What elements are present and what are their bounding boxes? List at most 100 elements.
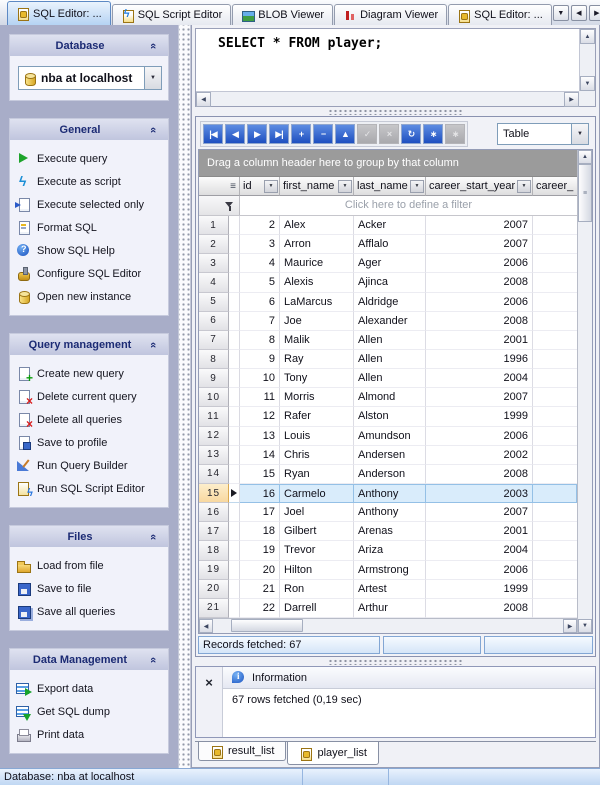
grid-cell[interactable] <box>533 312 577 331</box>
table-row[interactable]: 1819TrevorAriza2004 <box>199 541 577 560</box>
grid-cell[interactable]: Carmelo <box>280 484 354 503</box>
sidebar-item-run-query-builder[interactable]: Run Query Builder <box>16 454 164 477</box>
bottom-tab-result-list[interactable]: result_list <box>198 742 286 761</box>
collapse-chevron-icon[interactable] <box>150 531 162 543</box>
refresh-data-button[interactable]: ↻ <box>401 124 421 144</box>
grid-cell[interactable]: 9 <box>240 350 280 369</box>
grid-cell[interactable]: Ager <box>354 254 426 273</box>
scroll-up-icon[interactable]: ▲ <box>578 150 592 164</box>
grid-cell[interactable] <box>533 427 577 446</box>
grid-cell[interactable]: Allen <box>354 331 426 350</box>
row-number-cell[interactable]: 2 <box>199 235 229 254</box>
collapse-chevron-icon[interactable] <box>150 124 162 136</box>
table-row[interactable]: 23ArronAfflalo2007 <box>199 235 577 254</box>
row-number-cell[interactable]: 11 <box>199 407 229 426</box>
table-row[interactable]: 910TonyAllen2004 <box>199 369 577 388</box>
sidebar-item-configure-sql-editor[interactable]: Configure SQL Editor <box>16 262 164 285</box>
scroll-up-icon[interactable]: ▲ <box>580 29 595 44</box>
row-number-cell[interactable]: 7 <box>199 331 229 350</box>
grid-cell[interactable] <box>533 273 577 292</box>
grid-cell[interactable] <box>533 503 577 522</box>
grid-cell[interactable]: 2004 <box>426 541 533 560</box>
grid-cell[interactable]: Alexander <box>354 312 426 331</box>
grid-cell[interactable]: Ariza <box>354 541 426 560</box>
sidebar-item-load-from-file[interactable]: Load from file <box>16 554 164 577</box>
grid-cell[interactable]: 7 <box>240 312 280 331</box>
section-header-data-management[interactable]: Data Management <box>10 649 168 670</box>
scroll-thumb[interactable] <box>231 619 303 632</box>
grid-cell[interactable]: Maurice <box>280 254 354 273</box>
edit-record-button[interactable]: ▲ <box>335 124 355 144</box>
grid-cell[interactable]: 19 <box>240 541 280 560</box>
grid-cell[interactable] <box>533 331 577 350</box>
editor-results-splitter[interactable] <box>195 107 596 116</box>
sidebar-item-show-sql-help[interactable]: Show SQL Help <box>16 239 164 262</box>
sidebar-item-print-data[interactable]: Print data <box>16 723 164 746</box>
grid-cell[interactable]: 2006 <box>426 293 533 312</box>
row-number-cell[interactable]: 13 <box>199 446 229 465</box>
grid-cell[interactable] <box>533 216 577 235</box>
grid-cell[interactable]: 3 <box>240 235 280 254</box>
grid-cell[interactable]: LaMarcus <box>280 293 354 312</box>
row-number-cell[interactable]: 12 <box>199 427 229 446</box>
column-header-career[interactable]: career_ <box>533 177 577 196</box>
grid-cell[interactable]: 2 <box>240 216 280 235</box>
column-dropdown-icon[interactable] <box>410 180 424 193</box>
scroll-track[interactable] <box>578 222 592 619</box>
grid-cell[interactable]: Amundson <box>354 427 426 446</box>
grid-cell[interactable]: Almond <box>354 388 426 407</box>
grid-cell[interactable]: 1999 <box>426 580 533 599</box>
sidebar-item-format-sql[interactable]: Format SQL <box>16 216 164 239</box>
view-mode-select[interactable]: Table <box>497 123 589 145</box>
column-dropdown-icon[interactable] <box>338 180 352 193</box>
sidebar-item-execute-query[interactable]: Execute query <box>16 147 164 170</box>
scroll-tabs-right-button[interactable]: ▶ <box>589 5 600 21</box>
sidebar-item-delete-all-queries[interactable]: Delete all queries <box>16 408 164 431</box>
grid-cell[interactable]: 2007 <box>426 503 533 522</box>
grid-vscrollbar[interactable]: ▲ ≡ ▼ <box>577 150 592 633</box>
sidebar-item-open-new-instance[interactable]: Open new instance <box>16 285 164 308</box>
sidebar-item-execute-selected-only[interactable]: Execute selected only <box>16 193 164 216</box>
sidebar-splitter[interactable] <box>178 25 191 768</box>
grid-cell[interactable]: Ray <box>280 350 354 369</box>
grid-cell[interactable]: Hilton <box>280 561 354 580</box>
row-number-cell[interactable]: 20 <box>199 580 229 599</box>
grid-cell[interactable]: Afflalo <box>354 235 426 254</box>
sidebar-item-execute-as-script[interactable]: Execute as script <box>16 170 164 193</box>
grid-cell[interactable]: Louis <box>280 427 354 446</box>
grid-cell[interactable]: 6 <box>240 293 280 312</box>
grid-cell[interactable] <box>533 254 577 273</box>
grid-cell[interactable]: 2001 <box>426 522 533 541</box>
grid-cell[interactable]: 2007 <box>426 235 533 254</box>
grid-cell[interactable] <box>533 599 577 618</box>
column-header-first-name[interactable]: first_name <box>280 177 354 196</box>
table-row[interactable]: 2021RonArtest1999 <box>199 580 577 599</box>
table-row[interactable]: 34MauriceAger2006 <box>199 254 577 273</box>
grid-cell[interactable]: 2002 <box>426 446 533 465</box>
sql-editor-hscrollbar[interactable]: ◀ ▶ <box>196 91 579 106</box>
table-row[interactable]: 1314ChrisAndersen2002 <box>199 446 577 465</box>
table-row[interactable]: 1516CarmeloAnthony2003 <box>199 484 577 503</box>
table-row[interactable]: 12AlexAcker2007 <box>199 216 577 235</box>
tab-sql-editor-2[interactable]: SQL Editor: ... <box>448 4 552 25</box>
grid-cell[interactable]: 2008 <box>426 273 533 292</box>
scroll-left-icon[interactable]: ◀ <box>196 92 211 107</box>
view-mode-dropdown-icon[interactable] <box>571 124 588 144</box>
table-row[interactable]: 56LaMarcusAldridge2006 <box>199 293 577 312</box>
section-header-files[interactable]: Files <box>10 526 168 547</box>
grid-cell[interactable] <box>533 235 577 254</box>
grid-cell[interactable]: 2007 <box>426 216 533 235</box>
prior-record-button[interactable]: ◀ <box>225 124 245 144</box>
grid-cell[interactable]: 1996 <box>426 350 533 369</box>
table-row[interactable]: 1718GilbertArenas2001 <box>199 522 577 541</box>
scroll-right-icon[interactable]: ▶ <box>564 92 579 107</box>
grid-cell[interactable] <box>533 388 577 407</box>
grid-cell[interactable]: Chris <box>280 446 354 465</box>
grid-cell[interactable]: Anthony <box>354 503 426 522</box>
grid-cell[interactable]: Morris <box>280 388 354 407</box>
collapse-chevron-icon[interactable] <box>150 40 162 52</box>
grid-hscrollbar[interactable]: ◀ ▶ <box>199 618 577 633</box>
grid-cell[interactable]: Anderson <box>354 465 426 484</box>
grid-cell[interactable]: 5 <box>240 273 280 292</box>
table-row[interactable]: 89RayAllen1996 <box>199 350 577 369</box>
